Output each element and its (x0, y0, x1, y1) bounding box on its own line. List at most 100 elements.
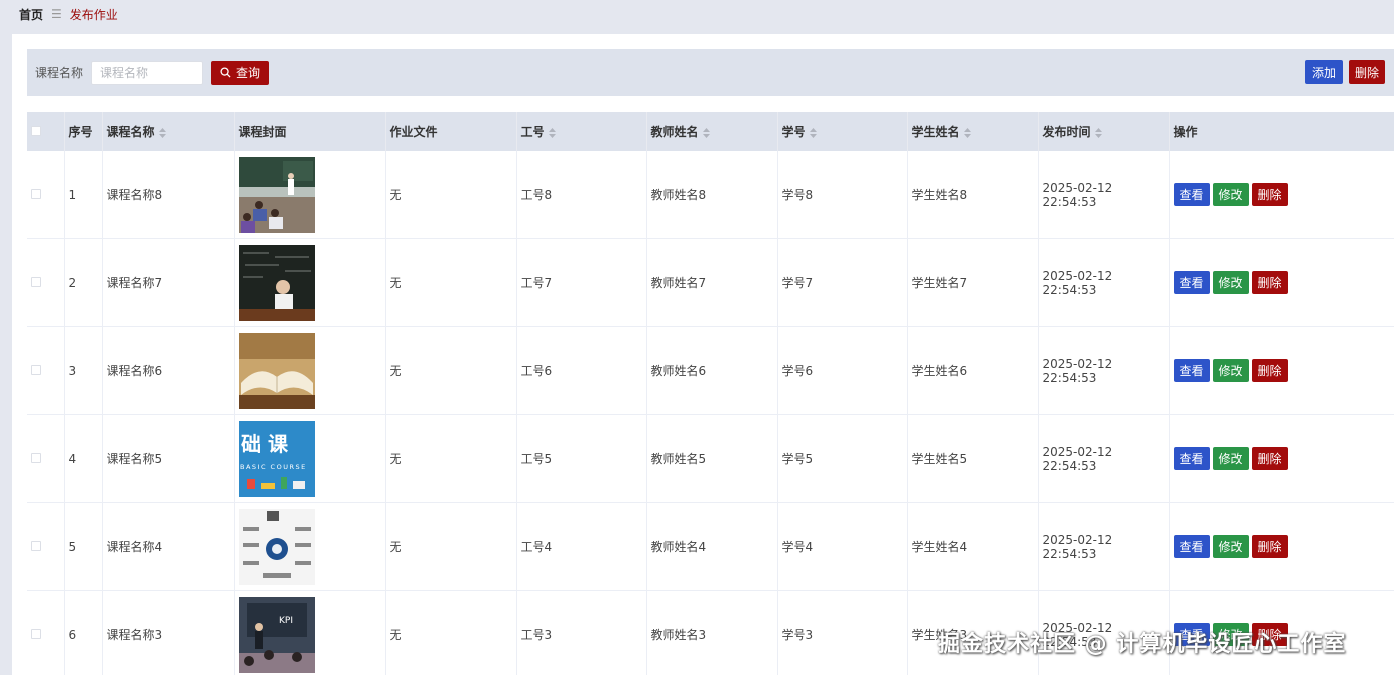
row-student-no: 学号3 (777, 590, 908, 675)
breadcrumb-separator-icon: ☰ (51, 7, 62, 21)
sort-icon[interactable] (963, 127, 971, 138)
row-checkbox[interactable] (31, 276, 41, 287)
delete-button[interactable]: 删除 (1251, 271, 1288, 294)
sort-icon[interactable] (1094, 127, 1102, 138)
table-row: 2 课程名称7 无 工号7 教师姓名7 学号7 学生姓名7 2025-02-12… (27, 238, 1394, 327)
header-index: 序号 (64, 112, 103, 151)
header-student[interactable]: 学生姓名 (907, 112, 1039, 151)
sort-icon[interactable] (548, 127, 556, 138)
header-index-label: 序号 (68, 125, 93, 139)
select-all-cell (27, 112, 65, 151)
row-course-name: 课程名称4 (102, 502, 235, 591)
row-student-no: 学号8 (777, 151, 908, 239)
row-index: 3 (64, 326, 103, 415)
row-course-name: 课程名称8 (102, 151, 235, 239)
batch-delete-button[interactable]: 删除 (1349, 60, 1385, 84)
row-file: 无 (385, 414, 517, 503)
row-actions: 查看 修改 删除 (1169, 326, 1394, 415)
blackboard-student-photo (238, 244, 315, 321)
add-button[interactable]: 添加 (1305, 60, 1343, 84)
row-checkbox[interactable] (31, 452, 41, 463)
view-button[interactable]: 查看 (1173, 359, 1210, 382)
classroom-photo (238, 156, 315, 233)
row-publish-time: 2025-02-12 22:54:53 (1038, 326, 1170, 415)
header-course-name[interactable]: 课程名称 (102, 112, 235, 151)
sort-icon[interactable] (702, 127, 710, 138)
view-button[interactable]: 查看 (1173, 271, 1210, 294)
row-teacher: 教师姓名8 (646, 151, 778, 239)
delete-button[interactable]: 删除 (1251, 535, 1288, 558)
search-icon (220, 67, 231, 78)
header-publish-time-label: 发布时间 (1042, 125, 1091, 139)
table-row: 3 课程名称6 无 工号6 教师姓名6 学号6 学生姓名6 2025-02-12… (27, 326, 1394, 415)
row-student-no: 学号7 (777, 238, 908, 327)
delete-button[interactable]: 删除 (1251, 183, 1288, 206)
row-actions: 查看 修改 删除 (1169, 414, 1394, 503)
table-row: 4 课程名称5 础 课 BASIC COURSE 无 工号5 教师姓名5 学号5… (27, 414, 1394, 503)
header-file-label: 作业文件 (389, 125, 438, 139)
row-student: 学生姓名6 (907, 326, 1039, 415)
row-checkbox[interactable] (31, 188, 41, 199)
edit-button[interactable]: 修改 (1212, 359, 1249, 382)
row-index: 1 (64, 151, 103, 239)
row-checkbox[interactable] (31, 364, 41, 375)
header-student-label: 学生姓名 (911, 125, 960, 139)
row-file: 无 (385, 590, 517, 675)
view-button[interactable]: 查看 (1173, 447, 1210, 470)
header-teacher[interactable]: 教师姓名 (646, 112, 778, 151)
row-course-name: 课程名称5 (102, 414, 235, 503)
row-actions: 查看 修改 删除 (1169, 502, 1394, 591)
row-student: 学生姓名7 (907, 238, 1039, 327)
row-publish-time: 2025-02-12 22:54:53 (1038, 502, 1170, 591)
header-publish-time[interactable]: 发布时间 (1038, 112, 1170, 151)
row-job-no: 工号5 (516, 414, 647, 503)
header-job-no[interactable]: 工号 (516, 112, 647, 151)
breadcrumb-home-link[interactable]: 首页 (19, 6, 43, 23)
header-cover: 课程封面 (234, 112, 386, 151)
query-button[interactable]: 查询 (211, 60, 270, 85)
course-name-input[interactable] (91, 60, 204, 85)
row-publish-time: 2025-02-12 22:54:53 (1038, 414, 1170, 503)
row-actions: 查看 修改 删除 (1169, 151, 1394, 239)
delete-button[interactable]: 删除 (1251, 359, 1288, 382)
row-publish-time: 2025-02-12 22:54:53 (1038, 151, 1170, 239)
edit-button[interactable]: 修改 (1212, 535, 1249, 558)
row-job-no: 工号6 (516, 326, 647, 415)
delete-button[interactable]: 删除 (1251, 447, 1288, 470)
header-teacher-label: 教师姓名 (650, 125, 699, 139)
infographic-photo (238, 508, 315, 585)
row-file: 无 (385, 151, 517, 239)
breadcrumb-current: 发布作业 (69, 7, 118, 22)
row-index: 2 (64, 238, 103, 327)
header-job-no-label: 工号 (520, 125, 545, 139)
row-checkbox[interactable] (31, 628, 41, 639)
table-row: 5 课程名称4 无 工号4 教师姓名4 学号4 学生姓名4 2025-02-12… (27, 502, 1394, 591)
open-book-photo (238, 332, 315, 409)
edit-button[interactable]: 修改 (1212, 271, 1249, 294)
row-student-no: 学号6 (777, 326, 908, 415)
row-checkbox[interactable] (31, 540, 41, 551)
view-button[interactable]: 查看 (1173, 535, 1210, 558)
view-button[interactable]: 查看 (1173, 183, 1210, 206)
row-file: 无 (385, 326, 517, 415)
row-index: 5 (64, 502, 103, 591)
sort-icon[interactable] (809, 127, 817, 138)
table-header-row: 序号 课程名称 课程封面 作业文件 工号 教师姓名 学号 学生姓名 发布时间 操… (27, 112, 1394, 151)
edit-button[interactable]: 修改 (1212, 183, 1249, 206)
edit-button[interactable]: 修改 (1212, 447, 1249, 470)
sort-icon[interactable] (158, 127, 166, 138)
homework-table: 序号 课程名称 课程封面 作业文件 工号 教师姓名 学号 学生姓名 发布时间 操… (27, 112, 1394, 675)
row-index: 4 (64, 414, 103, 503)
row-student-no: 学号4 (777, 502, 908, 591)
row-student-no: 学号5 (777, 414, 908, 503)
row-file: 无 (385, 502, 517, 591)
row-job-no: 工号4 (516, 502, 647, 591)
cover-text: 础 课 (241, 432, 289, 456)
header-actions-label: 操作 (1173, 125, 1198, 139)
select-all-checkbox[interactable] (31, 125, 41, 136)
header-student-no[interactable]: 学号 (777, 112, 908, 151)
header-student-no-label: 学号 (781, 125, 806, 139)
row-course-name: 课程名称7 (102, 238, 235, 327)
row-teacher: 教师姓名5 (646, 414, 778, 503)
row-student: 学生姓名4 (907, 502, 1039, 591)
